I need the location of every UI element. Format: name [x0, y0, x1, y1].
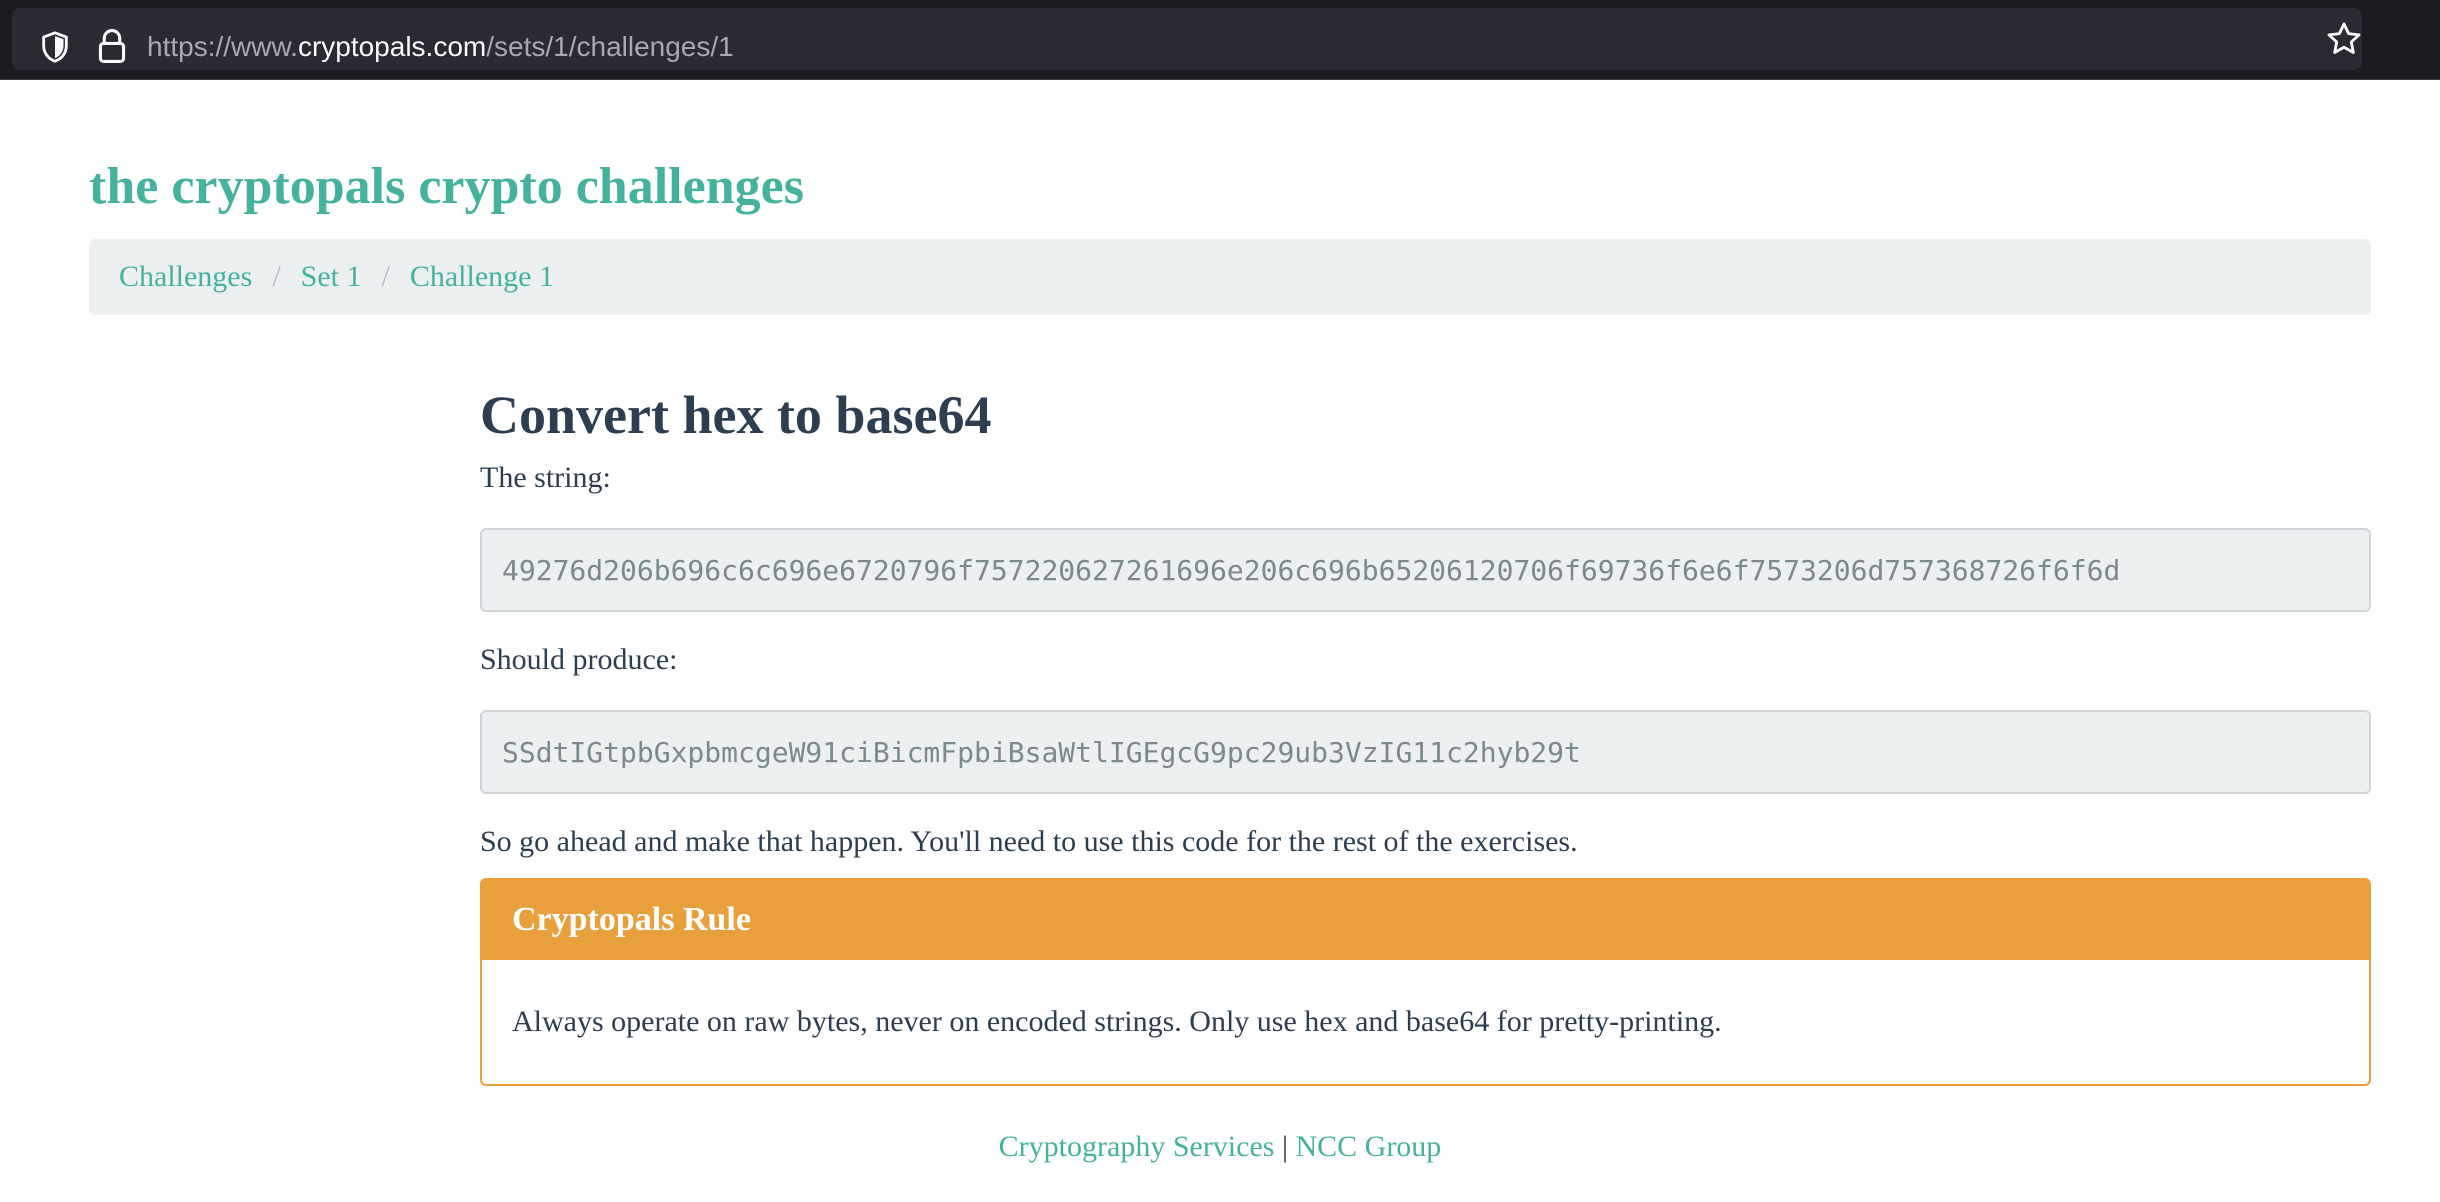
- breadcrumb: Challenges / Set 1 / Challenge 1: [89, 239, 2371, 315]
- input-hex-code[interactable]: 49276d206b696c6c696e6720796f757220627261…: [480, 528, 2371, 612]
- produce-label: Should produce:: [480, 643, 678, 676]
- breadcrumb-challenges[interactable]: Challenges: [119, 260, 252, 294]
- challenge-title: Convert hex to base64: [480, 385, 992, 445]
- breadcrumb-separator: /: [272, 260, 281, 293]
- breadcrumb-challenge-1[interactable]: Challenge 1: [410, 260, 554, 294]
- url-domain: cryptopals.com: [297, 31, 487, 62]
- footer-link-cryptography-services[interactable]: Cryptography Services: [999, 1130, 1275, 1163]
- intro-text: The string:: [480, 461, 611, 494]
- url-path: /sets/1/challenges/1: [486, 31, 734, 62]
- address-bar[interactable]: https://www.cryptopals.com/sets/1/challe…: [12, 8, 2362, 70]
- rule-heading: Cryptopals Rule: [482, 880, 2369, 960]
- browser-toolbar: https://www.cryptopals.com/sets/1/challe…: [0, 0, 2440, 80]
- bookmark-star-icon[interactable]: [2325, 20, 2363, 58]
- breadcrumb-set-1[interactable]: Set 1: [301, 260, 362, 294]
- site-title[interactable]: the cryptopals crypto challenges: [89, 152, 804, 222]
- lock-icon[interactable]: [96, 28, 128, 64]
- breadcrumb-separator: /: [381, 260, 390, 293]
- url-text[interactable]: https://www.cryptopals.com/sets/1/challe…: [147, 27, 734, 67]
- shield-icon[interactable]: [38, 30, 72, 64]
- footer-link-ncc-group[interactable]: NCC Group: [1295, 1130, 1441, 1163]
- challenge-content: Convert hex to base64 The string: 49276d…: [480, 380, 2371, 1086]
- footer: Cryptography Services | NCC Group: [0, 1125, 2440, 1169]
- rule-panel: Cryptopals Rule Always operate on raw by…: [480, 878, 2371, 1086]
- output-base64-code[interactable]: SSdtIGtpbGxpbmcgeW91ciBicmFpbiBsaWtlIGEg…: [480, 710, 2371, 794]
- rule-text: Always operate on raw bytes, never on en…: [512, 1005, 1722, 1038]
- url-prefix: https://www.: [147, 31, 298, 62]
- footer-divider: |: [1281, 1130, 1288, 1163]
- outro-text: So go ahead and make that happen. You'll…: [480, 825, 1578, 858]
